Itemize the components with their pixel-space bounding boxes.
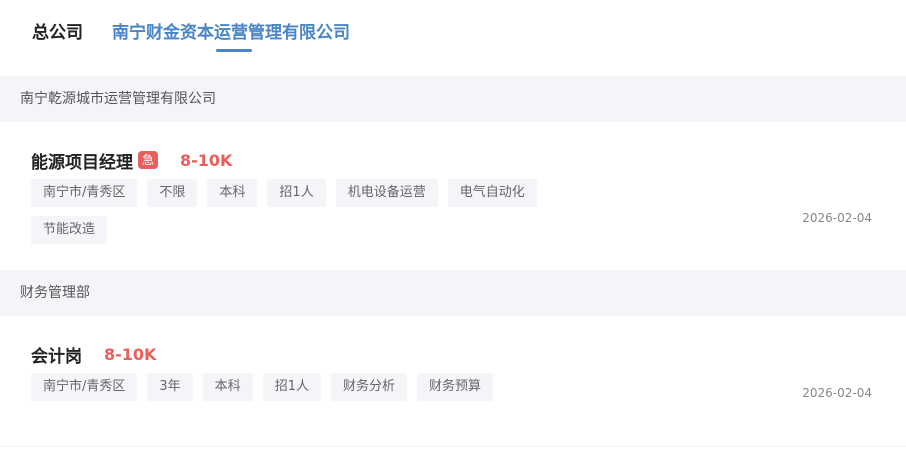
job-title: 能源项目经理 bbox=[31, 152, 133, 173]
tab-headquarters[interactable]: 总公司 bbox=[32, 21, 83, 45]
job-tag: 电气自动化 bbox=[447, 179, 537, 207]
job-title: 会计岗 bbox=[31, 346, 82, 367]
job-title-row: 会计岗 8-10K bbox=[31, 342, 157, 367]
job-tag: 不限 bbox=[147, 179, 198, 207]
tab-subsidiary[interactable]: 南宁财金资本运营管理有限公司 bbox=[112, 21, 350, 45]
job-tag: 3年 bbox=[147, 373, 193, 401]
job-tag: 南宁市/青秀区 bbox=[31, 373, 138, 401]
job-salary: 8-10K bbox=[104, 344, 157, 364]
job-salary: 8-10K bbox=[180, 150, 233, 170]
job-card[interactable]: 会计岗 8-10K 南宁市/青秀区 3年 本科 招1人 财务分析 财务预算 20… bbox=[0, 316, 906, 446]
job-date: 2026-02-04 bbox=[802, 211, 872, 225]
job-tag: 本科 bbox=[207, 179, 258, 207]
department-header: 南宁乾源城市运营管理有限公司 bbox=[0, 76, 906, 122]
job-tag: 招1人 bbox=[267, 179, 326, 207]
job-tags: 南宁市/青秀区 不限 本科 招1人 机电设备运营 电气自动化 节能改造 bbox=[31, 179, 551, 244]
job-tag: 机电设备运营 bbox=[335, 179, 438, 207]
job-title-row: 能源项目经理 急 8-10K bbox=[31, 148, 233, 173]
job-card[interactable]: 能源项目经理 急 8-10K 南宁市/青秀区 不限 本科 招1人 机电设备运营 … bbox=[0, 122, 906, 270]
job-tag: 本科 bbox=[202, 373, 253, 401]
job-tag: 南宁市/青秀区 bbox=[31, 179, 138, 207]
job-tag: 招1人 bbox=[262, 373, 321, 401]
divider bbox=[0, 446, 906, 447]
job-tag: 节能改造 bbox=[31, 216, 108, 244]
job-tags: 南宁市/青秀区 3年 本科 招1人 财务分析 财务预算 bbox=[31, 373, 551, 401]
company-tabs: 总公司 南宁财金资本运营管理有限公司 bbox=[0, 0, 906, 76]
urgent-badge: 急 bbox=[138, 151, 158, 169]
job-tag: 财务预算 bbox=[416, 373, 493, 401]
job-date: 2026-02-04 bbox=[802, 386, 872, 400]
department-name: 财务管理部 bbox=[20, 285, 90, 301]
job-tag: 财务分析 bbox=[330, 373, 407, 401]
department-header: 财务管理部 bbox=[0, 270, 906, 316]
active-tab-indicator bbox=[216, 49, 252, 52]
department-name: 南宁乾源城市运营管理有限公司 bbox=[20, 91, 216, 107]
